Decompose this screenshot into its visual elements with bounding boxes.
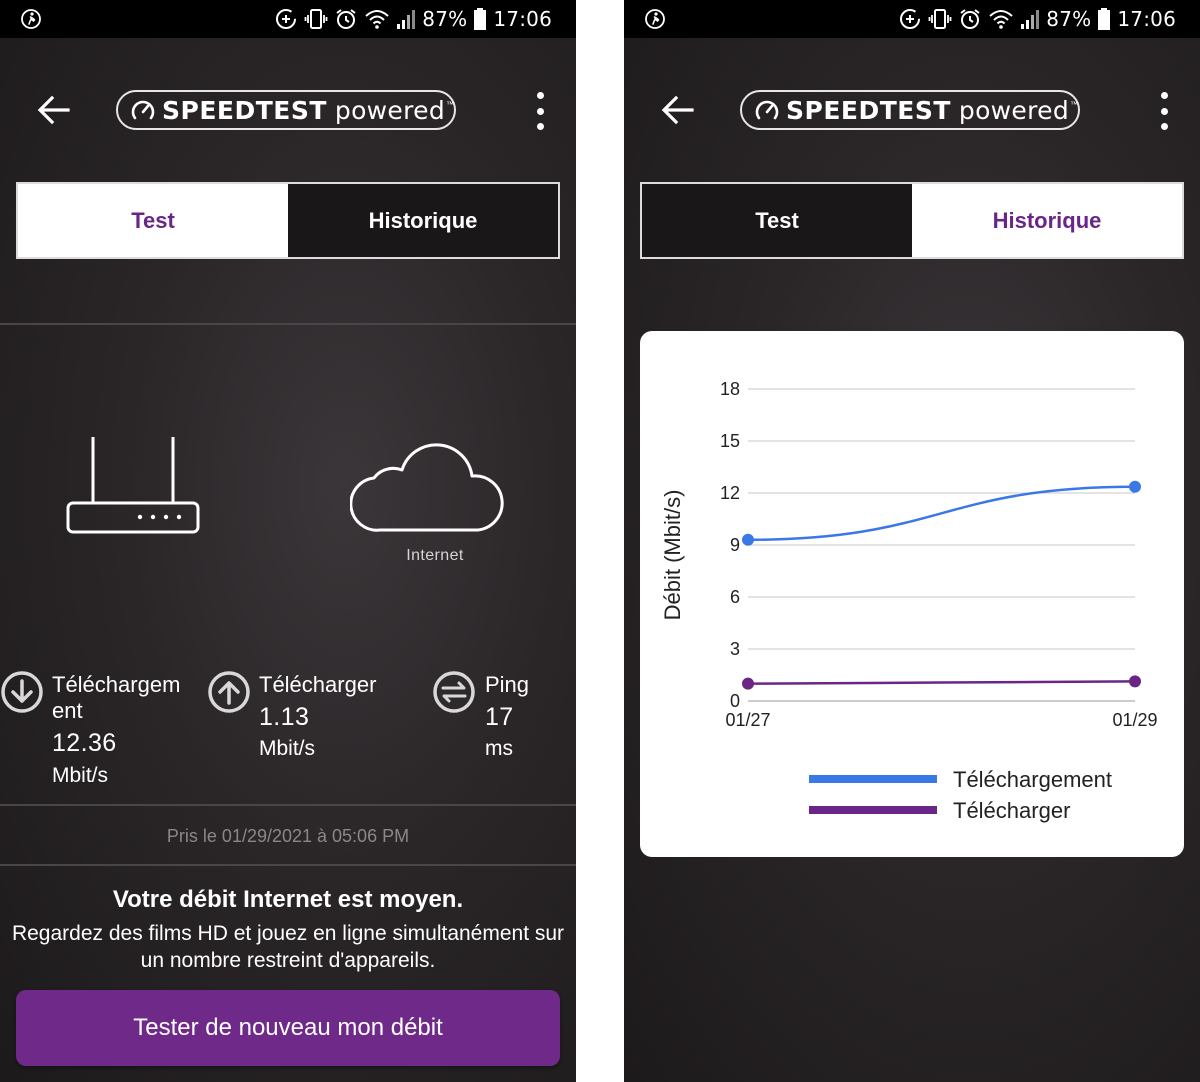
logo-speedtest-text: SPEEDTEST bbox=[785, 95, 951, 125]
download-label-line2: ent bbox=[52, 698, 83, 723]
ping-label: Ping bbox=[485, 672, 530, 697]
logo-speedtest-text: SPEEDTEST bbox=[161, 95, 327, 125]
speedtest-logo: SPEEDTEST powered ™ bbox=[740, 90, 1080, 130]
legend-label: Téléchargement bbox=[953, 767, 1112, 792]
data-saver-icon bbox=[900, 9, 921, 29]
back-arrow-icon[interactable] bbox=[30, 90, 74, 130]
tab-history[interactable]: Historique bbox=[912, 184, 1182, 257]
y-tick-label: 0 bbox=[730, 691, 740, 711]
status-bar: 87% 17:06 bbox=[624, 0, 1200, 38]
more-vertical-icon[interactable] bbox=[1154, 92, 1174, 130]
logo-trademark: ™ bbox=[1070, 99, 1078, 109]
wifi-icon bbox=[365, 10, 389, 29]
test-timestamp: Pris le 01/29/2021 à 05:06 PM bbox=[166, 826, 410, 846]
signal-icon bbox=[397, 10, 416, 29]
ping-unit: ms bbox=[485, 737, 513, 760]
vibrate-icon bbox=[304, 9, 328, 29]
speedtest-logo: SPEEDTEST powered ™ bbox=[116, 90, 456, 130]
alarm-icon bbox=[960, 9, 980, 29]
divider bbox=[0, 864, 576, 866]
ping-value: 17 bbox=[485, 703, 514, 731]
battery-icon bbox=[1098, 8, 1111, 30]
battery-percent: 87% bbox=[1046, 7, 1092, 31]
arrow-down-circle-icon bbox=[1, 671, 43, 713]
history-chart-card: 0 3 6 9 12 15 18 01/27 01/29 Débit (Mbit/s) Téléch… bbox=[640, 331, 1184, 857]
app-bar: SPEEDTEST powered ™ bbox=[0, 70, 576, 150]
y-axis-label: Débit (Mbit/s) bbox=[660, 490, 685, 621]
divider bbox=[0, 804, 576, 806]
tab-test[interactable]: Test bbox=[642, 184, 912, 257]
data-point bbox=[742, 677, 754, 690]
more-vertical-icon[interactable] bbox=[530, 92, 550, 130]
x-tick-label: 01/29 bbox=[1112, 710, 1157, 730]
legend-label: Télécharger bbox=[953, 798, 1070, 823]
verdict-description: Regardez des films HD et jouez en ligne … bbox=[11, 922, 565, 972]
logo-powered-text: powered bbox=[958, 95, 1069, 125]
download-value: 12.36 bbox=[52, 729, 117, 757]
wifi-icon bbox=[989, 10, 1013, 29]
x-tick-label: 01/27 bbox=[725, 710, 770, 730]
tab-test[interactable]: Test bbox=[18, 184, 288, 257]
app-bar: SPEEDTEST powered ™ bbox=[624, 70, 1200, 150]
download-unit: Mbit/s bbox=[52, 764, 109, 787]
y-tick-label: 12 bbox=[720, 483, 740, 503]
data-point bbox=[1129, 675, 1141, 688]
battery-icon bbox=[474, 8, 487, 30]
battery-percent: 87% bbox=[422, 7, 468, 31]
y-tick-label: 6 bbox=[730, 587, 740, 607]
upload-label: Télécharger bbox=[259, 672, 377, 697]
upload-unit: Mbit/s bbox=[259, 737, 316, 760]
retest-button[interactable]: Tester de nouveau mon débit bbox=[16, 990, 560, 1066]
phone-screen-test: 87% 17:06 SPEEDTEST powered ™ Test Histo… bbox=[0, 0, 576, 1082]
series-line-1 bbox=[747, 680, 1136, 685]
swap-arrows-circle-icon bbox=[433, 671, 475, 713]
legend-swatch bbox=[809, 775, 937, 783]
internet-label: Internet bbox=[406, 547, 464, 564]
tab-history[interactable]: Historique bbox=[288, 184, 558, 257]
phone-screen-history: 87% 17:06 SPEEDTEST powered ™ Test Histo… bbox=[624, 0, 1200, 1082]
clock: 17:06 bbox=[1117, 7, 1176, 31]
router-icon bbox=[66, 437, 200, 534]
y-tick-label: 9 bbox=[730, 535, 740, 555]
y-tick-label: 15 bbox=[720, 431, 740, 451]
tab-bar: Test Historique bbox=[16, 182, 560, 259]
clock: 17:06 bbox=[493, 7, 552, 31]
status-bar: 87% 17:06 bbox=[0, 0, 576, 38]
upload-value: 1.13 bbox=[259, 703, 310, 731]
series-line-0 bbox=[747, 485, 1136, 542]
vibrate-icon bbox=[928, 9, 952, 29]
data-point bbox=[1129, 480, 1141, 493]
verdict-title: Votre débit Internet est moyen. bbox=[112, 886, 464, 913]
history-line-chart: 0 3 6 9 12 15 18 01/27 01/29 Débit (Mbit/s) Téléch… bbox=[660, 379, 1158, 823]
download-label-line1: Téléchargem bbox=[52, 672, 181, 697]
alarm-icon bbox=[336, 9, 356, 29]
back-arrow-icon[interactable] bbox=[654, 90, 698, 130]
activity-icon bbox=[21, 9, 41, 29]
legend-swatch bbox=[809, 806, 937, 814]
gauge-icon bbox=[755, 100, 779, 120]
arrow-up-circle-icon bbox=[208, 671, 250, 713]
gauge-icon bbox=[131, 100, 155, 120]
cloud-icon bbox=[350, 443, 504, 532]
data-saver-icon bbox=[276, 9, 297, 29]
signal-icon bbox=[1021, 10, 1040, 29]
data-point bbox=[742, 533, 754, 546]
divider bbox=[0, 323, 576, 325]
logo-powered-text: powered bbox=[334, 95, 445, 125]
logo-trademark: ™ bbox=[446, 99, 454, 109]
activity-icon bbox=[645, 9, 665, 29]
tab-bar: Test Historique bbox=[640, 182, 1184, 259]
y-tick-label: 3 bbox=[730, 639, 740, 659]
y-tick-label: 18 bbox=[720, 379, 740, 399]
